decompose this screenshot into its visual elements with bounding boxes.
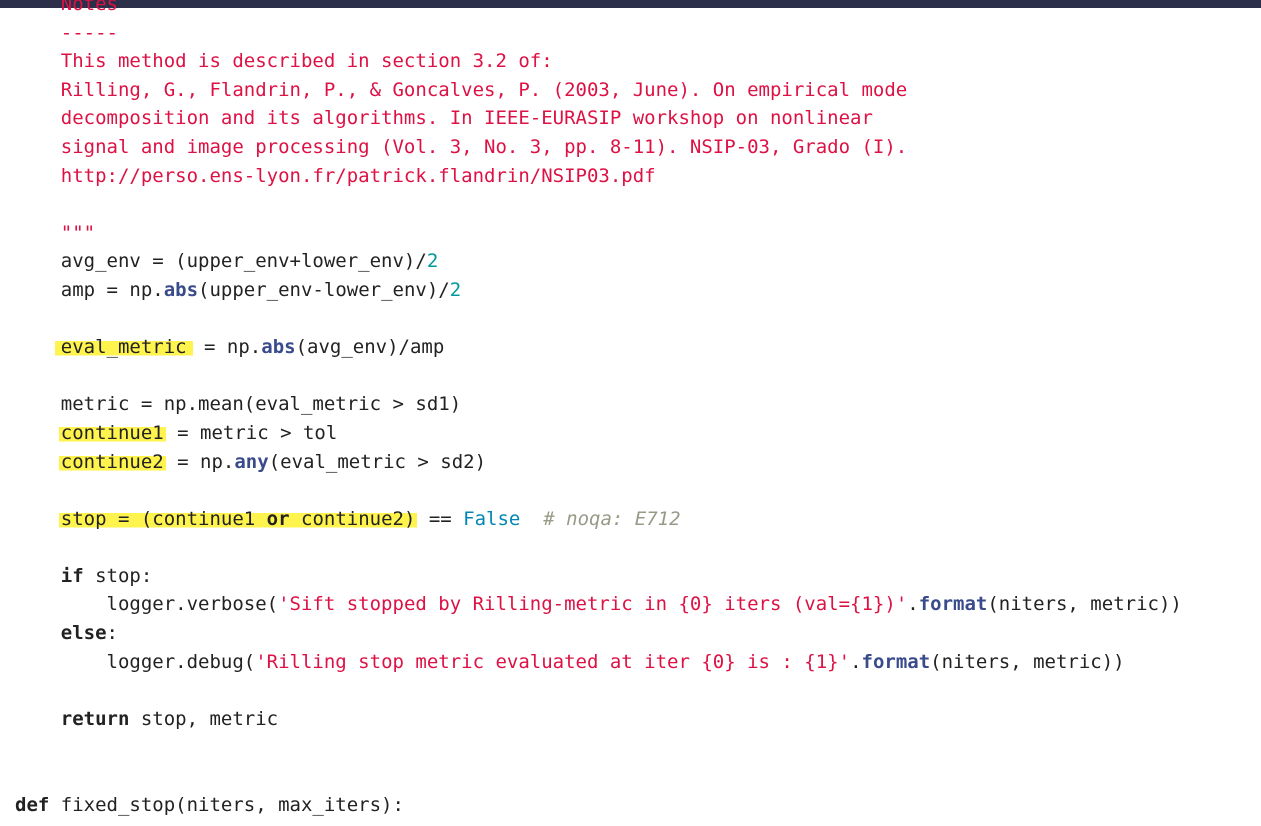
code-block: Notes ----- This method is described in … (15, 0, 1182, 819)
code-line-if: if stop: (15, 562, 1182, 591)
code-line-stop: stop = (continue1 or continue2) == False… (15, 505, 1182, 534)
return-values: stop, metric (129, 707, 279, 730)
code-line-avg-env: avg_env = (upper_env+lower_env)/2 (15, 247, 1182, 276)
code-line: ----- (15, 19, 1182, 48)
number-literal: 2 (426, 250, 439, 273)
docstring-close: """ (60, 221, 96, 244)
abs-function: abs (261, 336, 296, 359)
abs-function: abs (163, 278, 199, 301)
equality-operator: == (417, 507, 464, 530)
code-line-verbose: logger.verbose('Sift stopped by Rilling-… (15, 590, 1182, 619)
stop-assign-end: continue2) (289, 507, 416, 530)
code-line-eval-metric: eval_metric = np.abs(avg_env)/amp (15, 333, 1182, 362)
format-method: format (861, 650, 931, 673)
any-function: any (234, 450, 269, 473)
docstring-line: signal and image processing (Vol. 3, No.… (60, 135, 908, 158)
or-keyword: or (266, 507, 290, 530)
eval-metric-args: (avg_env)/amp (295, 336, 445, 359)
return-keyword: return (60, 707, 130, 730)
logger-verbose-call: logger.verbose( (60, 593, 279, 616)
else-colon: : (106, 622, 118, 645)
dot: . (850, 650, 862, 673)
code-line-else: else: (15, 619, 1182, 648)
code-line: Notes (15, 0, 1182, 19)
continue1-assign: = metric > tol (165, 421, 338, 444)
code-line-continue2: continue2 = np.any(eval_metric > sd2) (15, 448, 1182, 477)
code-line-amp: amp = np.abs(upper_env-lower_env)/2 (15, 276, 1182, 305)
highlighted-stop-expression: stop = (continue1 or continue2) (58, 507, 418, 530)
continue2-args: (eval_metric > sd2) (268, 450, 487, 473)
if-keyword: if (60, 564, 84, 587)
code-line: http://perso.ens-lyon.fr/patrick.flandri… (15, 162, 1182, 191)
debug-message-string: 'Rilling stop metric evaluated at iter {… (255, 650, 851, 673)
amp-args: (upper_env-lower_env)/ (198, 278, 450, 301)
code-line: signal and image processing (Vol. 3, No.… (15, 133, 1182, 162)
code-line-def: def fixed_stop(niters, max_iters): (15, 791, 1182, 820)
format-args: (niters, metric)) (930, 650, 1125, 673)
avg-env-assign: avg_env = (upper_env+lower_env)/ (60, 250, 427, 273)
def-keyword: def (15, 793, 50, 816)
if-condition: stop: (83, 564, 153, 587)
dot: . (907, 593, 919, 616)
code-line-return: return stop, metric (15, 705, 1182, 734)
code-line-debug: logger.debug('Rilling stop metric evalua… (15, 648, 1182, 677)
code-line: This method is described in section 3.2 … (15, 47, 1182, 76)
code-line: """ (15, 219, 1182, 248)
logger-debug-call: logger.debug( (60, 650, 256, 673)
number-literal: 2 (449, 278, 462, 301)
docstring-notes-rule: ----- (60, 21, 118, 44)
docstring-notes-heading: Notes (60, 0, 118, 15)
code-line: decomposition and its algorithms. In IEE… (15, 104, 1182, 133)
highlighted-eval-metric: eval_metric (54, 336, 193, 359)
eval-metric-assign: = np. (192, 336, 262, 359)
code-line-continue1: continue1 = metric > tol (15, 419, 1182, 448)
noqa-comment: # noqa: E712 (543, 507, 681, 530)
amp-assign: amp = np. (60, 278, 164, 301)
verbose-message-string: 'Sift stopped by Rilling-metric in {0} i… (278, 593, 908, 616)
docstring-url: http://perso.ens-lyon.fr/patrick.flandri… (60, 164, 656, 187)
else-keyword: else (60, 622, 107, 645)
format-args: (niters, metric)) (987, 593, 1182, 616)
continue2-assign: = np. (165, 450, 235, 473)
docstring-line: This method is described in section 3.2 … (60, 50, 553, 73)
stop-assign-start: stop = (continue1 (60, 507, 267, 530)
docstring-line: decomposition and its algorithms. In IEE… (60, 107, 873, 130)
docstring-line: Rilling, G., Flandrin, P., & Goncalves, … (60, 78, 908, 101)
code-line: Rilling, G., Flandrin, P., & Goncalves, … (15, 76, 1182, 105)
function-signature: fixed_stop(niters, max_iters): (49, 793, 404, 816)
format-method: format (918, 593, 988, 616)
false-constant: False (463, 507, 521, 530)
metric-assign: metric = np.mean(eval_metric > sd1) (60, 393, 462, 416)
highlighted-continue1: continue1 (58, 421, 166, 444)
highlighted-continue2: continue2 (58, 450, 166, 473)
code-line-metric: metric = np.mean(eval_metric > sd1) (15, 390, 1182, 419)
